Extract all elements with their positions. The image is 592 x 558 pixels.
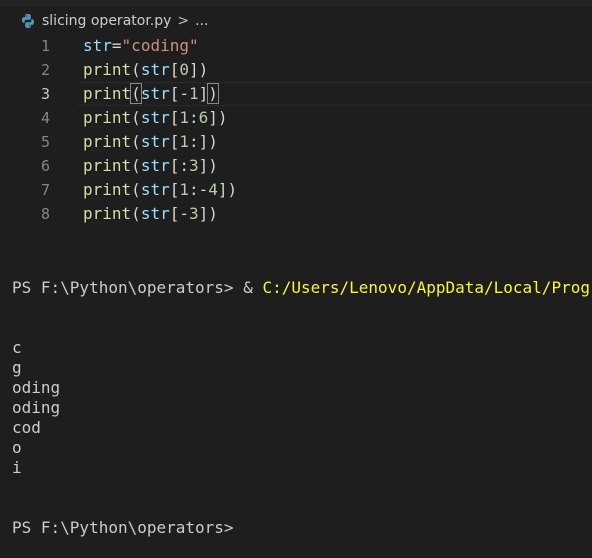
- code-token: ]): [208, 108, 228, 127]
- title-bar-strip: [0, 0, 592, 6]
- code-token: str: [140, 132, 170, 151]
- code-token: ): [207, 83, 219, 104]
- terminal-amp: &: [243, 278, 263, 297]
- code-token: :: [189, 108, 199, 127]
- code-text: print(str[1:6]): [83, 106, 228, 130]
- terminal-output-line: c: [12, 338, 22, 357]
- code-token: 4: [208, 180, 218, 199]
- terminal-output-line: i: [12, 458, 22, 477]
- code-token: str: [83, 36, 112, 55]
- code-token: 6: [198, 108, 209, 127]
- line-number: 1: [40, 37, 50, 55]
- code-token: (: [131, 204, 141, 223]
- code-text: print(str[1:-4]): [83, 178, 237, 202]
- python-icon: [22, 14, 34, 28]
- terminal-command-line: PS F:\Python\operators> & C:/Users/Lenov…: [12, 278, 592, 298]
- code-text: print(str[:3]): [83, 154, 218, 178]
- code-token: (: [131, 108, 141, 127]
- terminal-output: c g oding oding cod o i: [12, 338, 592, 478]
- code-token: [: [169, 180, 180, 199]
- code-token: (: [131, 180, 141, 199]
- line-number: 4: [40, 109, 50, 127]
- line-number: 6: [40, 157, 50, 175]
- code-token: [: [169, 132, 180, 151]
- code-token: ]): [217, 180, 238, 199]
- breadcrumb-separator: >: [177, 13, 190, 29]
- line-number: 3: [40, 85, 50, 103]
- code-token: -: [179, 84, 189, 103]
- terminal-panel[interactable]: PS F:\Python\operators> & C:/Users/Lenov…: [12, 238, 592, 558]
- code-token: 1: [189, 84, 199, 103]
- code-token: ]): [198, 204, 218, 223]
- breadcrumb: slicing operator.py > ...: [20, 10, 209, 32]
- code-token: [: [169, 156, 180, 175]
- terminal-output-line: oding: [12, 378, 61, 397]
- code-token: :: [179, 156, 189, 175]
- code-token: str: [140, 180, 170, 199]
- code-line[interactable]: 2 print(str[0]): [0, 58, 592, 82]
- code-token: (: [131, 60, 141, 79]
- code-line[interactable]: 7 print(str[1:-4]): [0, 178, 592, 202]
- terminal-command-path: C:/Users/Lenovo/AppData/Local/Programs/: [262, 278, 592, 297]
- code-token: 0: [179, 60, 189, 79]
- terminal-output-line: oding: [12, 398, 61, 417]
- code-token: ]): [198, 132, 218, 151]
- code-token: ]): [189, 60, 209, 79]
- line-number: 7: [40, 181, 50, 199]
- code-token: 3: [189, 204, 199, 223]
- code-token: 1: [179, 108, 189, 127]
- code-text: print(str[0]): [83, 58, 208, 82]
- code-token: ]): [198, 156, 218, 175]
- code-token: [: [169, 108, 180, 127]
- code-text: str="coding": [83, 34, 199, 58]
- code-text: print(str[-3]): [83, 202, 218, 226]
- code-token: str: [140, 60, 170, 79]
- code-text: print(str[-1]): [83, 82, 219, 106]
- code-token: print: [83, 204, 132, 223]
- line-number: 8: [40, 205, 50, 223]
- code-token: :-: [189, 180, 209, 199]
- code-token: str: [140, 84, 170, 103]
- code-token: str: [140, 108, 170, 127]
- line-number: 5: [40, 133, 50, 151]
- code-token: -: [179, 204, 189, 223]
- code-line[interactable]: 8 print(str[-3]): [0, 202, 592, 226]
- line-number: 2: [40, 61, 50, 79]
- code-token: print: [83, 108, 132, 127]
- code-token: :: [189, 132, 199, 151]
- code-line[interactable]: 5 print(str[1:]): [0, 130, 592, 154]
- breadcrumb-file[interactable]: slicing operator.py: [42, 13, 171, 29]
- code-token: print: [83, 60, 132, 79]
- code-line[interactable]: 6 print(str[:3]): [0, 154, 592, 178]
- code-token: 1: [179, 132, 189, 151]
- code-token: ]: [198, 84, 209, 103]
- code-line[interactable]: 3 print(str[-1]): [0, 82, 592, 106]
- code-token: print: [83, 180, 132, 199]
- code-token: [: [169, 60, 180, 79]
- code-token: "coding": [121, 36, 199, 55]
- code-token: (: [130, 83, 142, 104]
- code-token: print: [83, 84, 132, 103]
- code-token: =: [111, 36, 122, 55]
- code-line[interactable]: 1 str="coding": [0, 34, 592, 58]
- terminal-prompt: PS F:\Python\operators>: [12, 278, 244, 297]
- code-token: 1: [179, 180, 189, 199]
- code-editor[interactable]: 1 str="coding" 2 print(str[0]) 3 print(str[-1…: [0, 34, 592, 230]
- code-token: (: [131, 132, 141, 151]
- code-token: print: [83, 156, 132, 175]
- code-line[interactable]: 4 print(str[1:6]): [0, 106, 592, 130]
- terminal-output-line: o: [12, 438, 22, 457]
- code-token: str: [140, 156, 170, 175]
- code-text: print(str[1:]): [83, 130, 218, 154]
- code-token: (: [131, 156, 141, 175]
- code-token: str: [140, 204, 170, 223]
- terminal-final-prompt: PS F:\Python\operators>: [12, 518, 234, 537]
- code-token: 3: [189, 156, 199, 175]
- code-token: [: [169, 84, 180, 103]
- code-token: print: [83, 132, 132, 151]
- breadcrumb-ellipsis[interactable]: ...: [195, 13, 208, 29]
- terminal-output-line: g: [12, 358, 22, 377]
- terminal-output-line: cod: [12, 418, 41, 437]
- code-token: [: [169, 204, 180, 223]
